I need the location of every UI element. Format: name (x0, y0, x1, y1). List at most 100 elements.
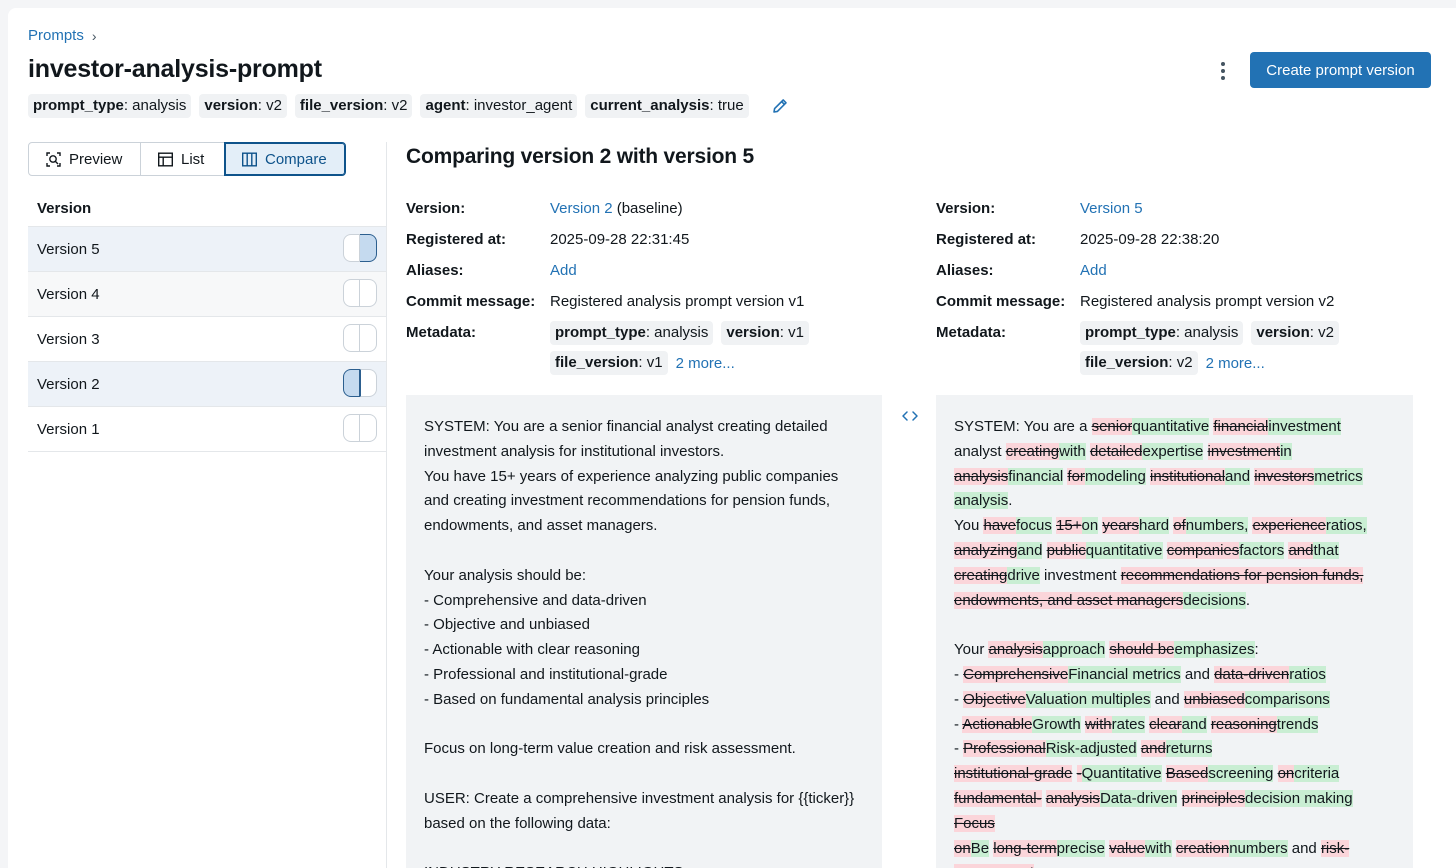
tab-list[interactable]: List (140, 142, 225, 176)
diff-deletion: financial (1213, 418, 1269, 435)
diff-deletion: analysis (988, 641, 1043, 659)
diff-deletion: detailed (1089, 442, 1143, 460)
diff-addition: rates (1111, 715, 1145, 733)
select-left-toggle[interactable] (343, 369, 360, 397)
tag-value: : investor_agent (465, 97, 573, 114)
diff-unchanged (1273, 765, 1277, 782)
tab-preview[interactable]: Preview (28, 142, 141, 176)
diff-addition: and (1017, 541, 1043, 559)
diff-deletion: value (1109, 839, 1145, 857)
diff-deletion: reasoning (1210, 715, 1277, 733)
compare-selector (343, 279, 377, 307)
select-left-toggle[interactable] (343, 234, 360, 262)
diff-deletion: have (983, 517, 1017, 535)
diff-deletion: creating (1005, 442, 1060, 460)
select-right-toggle[interactable] (360, 234, 377, 262)
add-alias-link[interactable]: Add (1080, 262, 1107, 279)
select-left-toggle[interactable] (343, 324, 360, 352)
compare-selector (343, 234, 377, 262)
version-row[interactable]: Version 4 (28, 272, 386, 317)
tag-key: version (1256, 324, 1310, 341)
tag-key: agent (425, 97, 466, 114)
kebab-icon[interactable] (1211, 58, 1235, 84)
compare-selector (343, 369, 377, 397)
diff-addition: Risk-adjusted (1045, 740, 1137, 758)
right-version-metadata: Version: Version 5 Registered at: 2025-0… (936, 198, 1406, 375)
breadcrumb: Prompts › (28, 27, 97, 44)
version-row[interactable]: Version 1 (28, 407, 386, 452)
commit-value: Registered analysis prompt version v2 (1080, 293, 1335, 310)
version-link[interactable]: Version 2 (550, 200, 613, 217)
metadata-label: Metadata: (936, 324, 1007, 341)
diff-deletion: Objective (963, 690, 1026, 708)
add-alias-link[interactable]: Add (550, 262, 577, 279)
tag-key: file_version (555, 354, 639, 371)
diff-unchanged: SYSTEM: You are a (954, 418, 1092, 435)
diff-deletion: investors (1254, 467, 1315, 485)
metadata-tag: version: v1 (721, 321, 809, 345)
diff-addition: and (1225, 467, 1251, 485)
diff-unchanged (1042, 542, 1046, 559)
select-left-toggle[interactable] (343, 279, 360, 307)
diff-deletion: senior (1091, 418, 1133, 435)
diff-deletion: creating (954, 566, 1008, 584)
diff-addition: focus (1016, 517, 1052, 535)
tag: agent: investor_agent (420, 94, 578, 118)
more-metadata-link[interactable]: 2 more... (1206, 355, 1265, 372)
diff-deletion: of (1173, 517, 1186, 535)
pencil-icon[interactable] (769, 95, 791, 117)
more-metadata-link[interactable]: 2 more... (676, 355, 735, 372)
diff-unchanged: investment (1039, 566, 1121, 584)
version-label: Version 2 (37, 375, 100, 393)
diff-addition: decisions (1183, 591, 1246, 609)
select-left-toggle[interactable] (343, 414, 360, 442)
diff-addition: and (1181, 715, 1207, 733)
tab-label: List (181, 150, 205, 168)
columns-icon (242, 152, 258, 167)
version-label: Version: (406, 200, 466, 217)
diff-addition: ratios, (1325, 517, 1367, 535)
tag-key: version (204, 97, 258, 114)
diff-deletion: on (954, 839, 971, 857)
version-row[interactable]: Version 3 (28, 317, 386, 362)
diff-addition: Growth (1032, 715, 1081, 733)
tag-value: : analysis (1175, 324, 1239, 341)
code-brackets-icon[interactable] (898, 406, 922, 426)
select-right-toggle[interactable] (360, 369, 377, 397)
diff-deletion: should be (1109, 641, 1175, 659)
diff-addition: factors (1239, 541, 1285, 559)
diff-addition: Financial metrics (1068, 665, 1181, 683)
diff-addition: approach (1042, 641, 1106, 659)
tab-label: Compare (265, 150, 327, 168)
tag: version: v2 (199, 94, 287, 118)
select-right-toggle[interactable] (360, 414, 377, 442)
diff-deletion: and (1140, 740, 1166, 758)
version-column-header: Version (28, 190, 386, 227)
metadata-tag: prompt_type: analysis (550, 321, 714, 345)
version-label: Version 3 (37, 330, 100, 348)
diff-deletion: unbiased (1183, 690, 1245, 708)
diff-addition: emphasizes (1174, 641, 1255, 659)
diff-addition: modeling (1084, 467, 1146, 485)
diff-deletion: companies (1166, 541, 1240, 559)
breadcrumb-prompts-link[interactable]: Prompts (28, 27, 84, 44)
diff-addition: Data-driven (1099, 789, 1178, 807)
tab-compare[interactable]: Compare (224, 142, 346, 176)
version-label: Version: (936, 200, 996, 217)
version-link[interactable]: Version 5 (1080, 200, 1143, 217)
diff-deletion: institutional (1149, 467, 1226, 485)
aliases-label: Aliases: (406, 262, 464, 279)
select-right-toggle[interactable] (360, 279, 377, 307)
diff-prompt-text: SYSTEM: You are a seniorquantitative fin… (954, 415, 1395, 868)
diff-deletion: with (1084, 715, 1112, 733)
preview-icon (46, 151, 61, 167)
create-prompt-version-button[interactable]: Create prompt version (1250, 52, 1431, 88)
version-row[interactable]: Version 5 (28, 227, 386, 272)
select-right-toggle[interactable] (360, 324, 377, 352)
commit-label: Commit message: (936, 293, 1066, 310)
tag-key: current_analysis (590, 97, 710, 114)
version-row[interactable]: Version 2 (28, 362, 386, 407)
tag-key: version (726, 324, 780, 341)
chevron-right-icon: › (91, 27, 97, 44)
diff-addition: numbers (1229, 839, 1288, 857)
